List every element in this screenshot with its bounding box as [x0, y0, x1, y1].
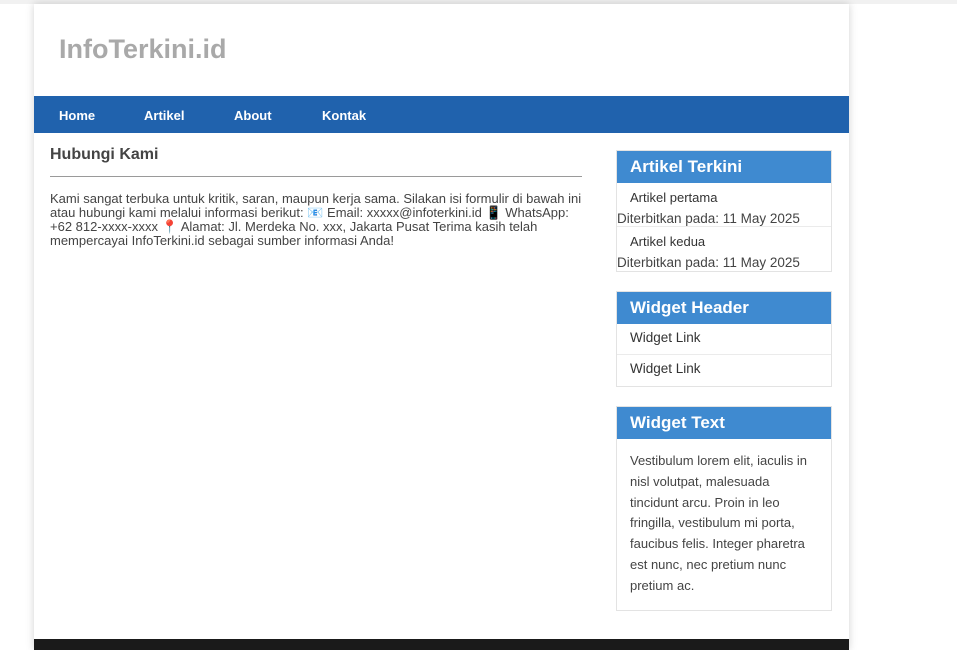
article-link[interactable]: Artikel kedua	[630, 234, 705, 249]
site-title-link[interactable]: InfoTerkini.id	[59, 34, 227, 65]
article-date: Diterbitkan pada: 11 May 2025	[617, 211, 800, 226]
list-item: Artikel pertama Diterbitkan pada: 11 May…	[617, 183, 831, 227]
widget-link[interactable]: Widget Link	[617, 355, 831, 386]
text-widget-body: Vestibulum lorem elit, iaculis in nisl v…	[630, 453, 808, 593]
nav-item-kontak[interactable]: Kontak	[322, 108, 366, 123]
contact-paragraph: Kami sangat terbuka untuk kritik, saran,…	[50, 191, 582, 248]
widget-link[interactable]: Widget Link	[617, 324, 831, 355]
article-date: Diterbitkan pada: 11 May 2025	[617, 255, 800, 270]
list-item: Artikel kedua Diterbitkan pada: 11 May 2…	[617, 227, 831, 271]
page-container: InfoTerkini.id Home Artikel About Kontak…	[34, 4, 849, 650]
sidebar: Artikel Terkini Artikel pertama Diterbit…	[616, 150, 832, 630]
page-heading: Hubungi Kami	[50, 146, 582, 177]
site-header: InfoTerkini.id	[34, 4, 849, 96]
nav-item-about[interactable]: About	[234, 108, 272, 123]
main-content: Hubungi Kami Kami sangat terbuka untuk k…	[50, 146, 582, 248]
footer-bar	[34, 639, 849, 650]
links-widget-title: Widget Header	[617, 292, 831, 324]
main-nav: Home Artikel About Kontak	[34, 96, 849, 133]
links-widget: Widget Header Widget Link Widget Link	[616, 291, 832, 387]
nav-item-home[interactable]: Home	[59, 108, 95, 123]
text-widget: Widget Text Vestibulum lorem elit, iacul…	[616, 406, 832, 611]
recent-articles-widget: Artikel Terkini Artikel pertama Diterbit…	[616, 150, 832, 272]
text-widget-title: Widget Text	[617, 407, 831, 439]
article-link[interactable]: Artikel pertama	[630, 190, 717, 205]
recent-articles-title: Artikel Terkini	[617, 151, 831, 183]
nav-item-artikel[interactable]: Artikel	[144, 108, 184, 123]
